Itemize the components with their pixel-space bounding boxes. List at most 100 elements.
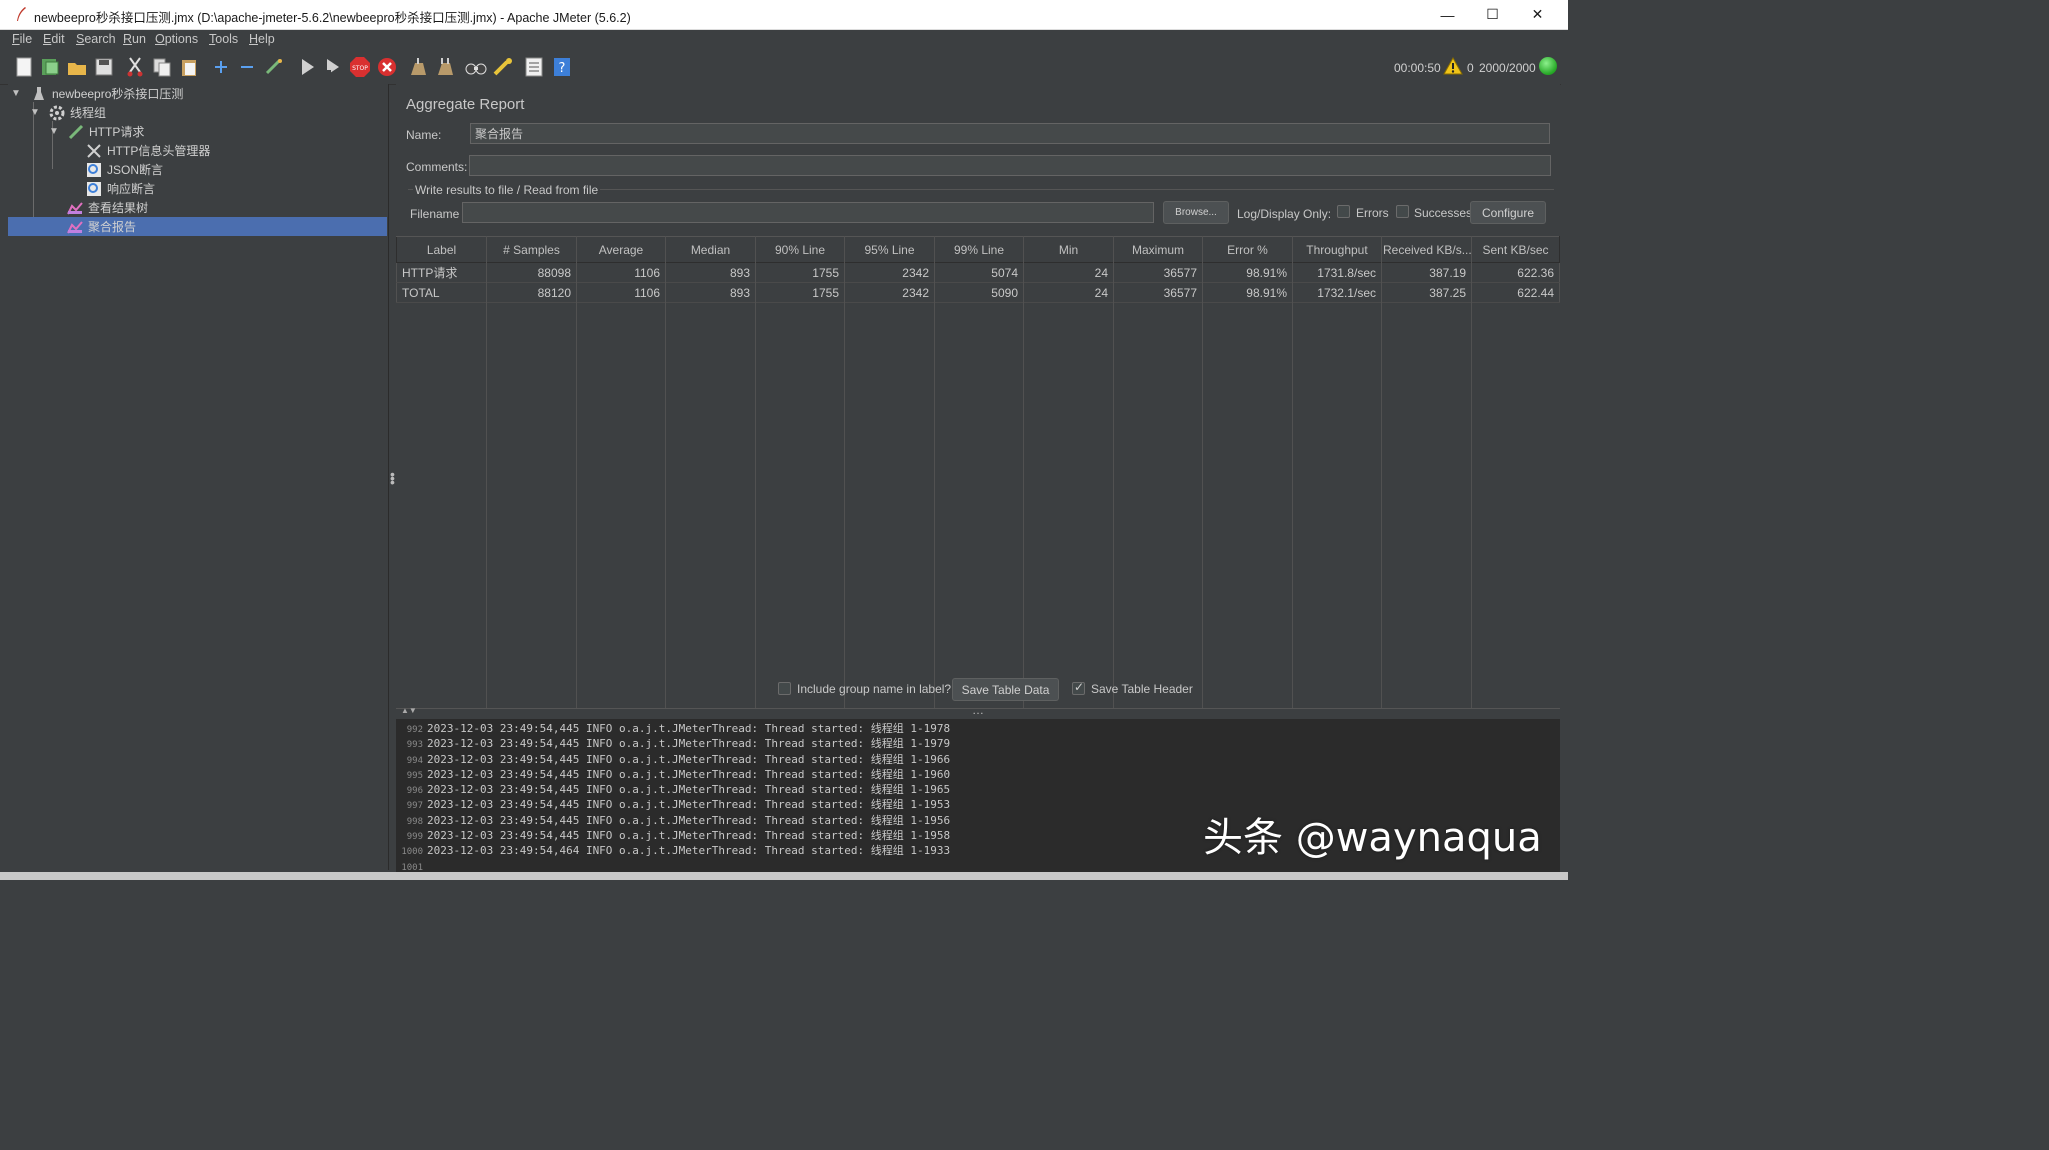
cell-throughput: 1731.8/sec xyxy=(1292,262,1382,283)
cell-min: 24 xyxy=(1023,262,1114,283)
new-icon[interactable] xyxy=(13,56,35,78)
open-icon[interactable] xyxy=(66,56,88,78)
aggregate-table[interactable]: Label # Samples Average Median 90% Line … xyxy=(396,236,1560,303)
col-label[interactable]: Label xyxy=(396,236,487,263)
col-error-pct[interactable]: Error % xyxy=(1202,236,1293,263)
minimize-button[interactable]: — xyxy=(1425,0,1470,29)
col-samples[interactable]: # Samples xyxy=(486,236,577,263)
table-row[interactable]: HTTP请求 88098 1106 893 1755 2342 5074 24 … xyxy=(396,262,1560,283)
chevron-down-icon[interactable]: ▼ xyxy=(48,126,60,137)
col-99-line[interactable]: 99% Line xyxy=(934,236,1024,263)
search-icon[interactable] xyxy=(465,56,487,78)
test-plan-icon xyxy=(30,86,48,102)
svg-text:STOP: STOP xyxy=(352,65,368,72)
cell-maximum: 36577 xyxy=(1113,262,1203,283)
col-average[interactable]: Average xyxy=(576,236,666,263)
comments-input[interactable] xyxy=(469,155,1551,176)
paste-icon[interactable] xyxy=(178,56,200,78)
errors-label: Errors xyxy=(1356,206,1389,220)
cell-received-kbs: 387.19 xyxy=(1381,262,1472,283)
log-line: 993 2023-12-03 23:49:54,445 INFO o.a.j.t.… xyxy=(406,737,951,751)
menu-search[interactable]: Search xyxy=(76,32,116,46)
function-helper-icon[interactable] xyxy=(523,56,545,78)
clear-icon[interactable] xyxy=(407,56,429,78)
menu-help[interactable]: Help xyxy=(249,32,275,46)
watermark-text: 头条 @waynaqua xyxy=(1203,815,1542,861)
log-splitter-handle[interactable]: … xyxy=(972,703,984,717)
col-95-line[interactable]: 95% Line xyxy=(844,236,935,263)
tree-node-response-assertion[interactable]: 响应断言 xyxy=(8,179,387,198)
collapse-icon[interactable] xyxy=(236,56,258,78)
warning-icon[interactable] xyxy=(1443,57,1463,75)
chevron-down-icon[interactable]: ▼ xyxy=(10,88,22,99)
start-no-pause-icon[interactable] xyxy=(322,56,344,78)
cell-median: 893 xyxy=(665,262,756,283)
successes-label: Successes xyxy=(1414,206,1473,220)
tree-node-header-manager[interactable]: HTTP信息头管理器 xyxy=(8,141,387,160)
browse-button[interactable]: Browse... xyxy=(1163,201,1229,224)
menu-edit[interactable]: Edit xyxy=(43,32,65,46)
maximize-button[interactable]: ☐ xyxy=(1470,0,1515,29)
stop-icon[interactable]: STOP xyxy=(349,56,371,78)
log-display-only-label: Log/Display Only: xyxy=(1237,207,1332,221)
menu-run[interactable]: Run xyxy=(123,32,146,46)
vertical-scrollbar[interactable] xyxy=(1561,84,1568,872)
tree-node-json-assertion[interactable]: JSON断言 xyxy=(8,160,387,179)
tree-node-thread-group[interactable]: ▼ 线程组 xyxy=(8,103,387,122)
help-icon[interactable]: ? xyxy=(551,56,573,78)
cell-90-line: 1755 xyxy=(755,262,845,283)
reset-search-icon[interactable] xyxy=(492,56,514,78)
chevron-down-icon[interactable]: ▼ xyxy=(29,107,41,118)
menu-file[interactable]: File xyxy=(12,32,32,46)
col-sent-kbs[interactable]: Sent KB/sec xyxy=(1471,236,1560,263)
col-throughput[interactable]: Throughput xyxy=(1292,236,1382,263)
configure-button[interactable]: Configure xyxy=(1470,201,1546,224)
log-resize-arrows-icon[interactable]: ▲▼ xyxy=(401,706,417,715)
table-controls: Include group name in label? Save Table … xyxy=(396,676,1560,706)
tree-node-test-plan[interactable]: ▼ newbeepro秒杀接口压测 xyxy=(8,84,387,103)
comments-label: Comments: xyxy=(406,160,468,174)
copy-icon[interactable] xyxy=(151,56,173,78)
cell-95-line: 2342 xyxy=(844,282,935,303)
cell-error-pct: 98.91% xyxy=(1202,282,1293,303)
tree-node-results-tree[interactable]: 查看结果树 xyxy=(8,198,387,217)
svg-text:?: ? xyxy=(559,61,566,76)
results-tree-icon xyxy=(66,200,84,216)
menu-tools[interactable]: Tools xyxy=(209,32,238,46)
start-icon[interactable] xyxy=(296,56,318,78)
cell-median: 893 xyxy=(665,282,756,303)
col-median[interactable]: Median xyxy=(665,236,756,263)
horizontal-scrollbar[interactable] xyxy=(0,872,1568,880)
expand-icon[interactable] xyxy=(210,56,232,78)
save-table-header-checkbox[interactable] xyxy=(1072,680,1085,695)
elapsed-time: 00:00:50 xyxy=(1394,61,1441,75)
cell-samples: 88120 xyxy=(486,282,577,303)
col-received-kbs[interactable]: Received KB/s... xyxy=(1381,236,1472,263)
include-group-checkbox[interactable] xyxy=(778,682,791,695)
cell-label: TOTAL xyxy=(396,282,487,303)
warning-count: 0 xyxy=(1467,61,1474,75)
filename-label: Filename xyxy=(410,207,460,221)
save-icon[interactable] xyxy=(93,56,115,78)
name-input[interactable] xyxy=(470,123,1550,144)
menu-options[interactable]: Options xyxy=(155,32,198,46)
errors-checkbox[interactable] xyxy=(1337,205,1350,218)
col-min[interactable]: Min xyxy=(1023,236,1114,263)
col-90-line[interactable]: 90% Line xyxy=(755,236,845,263)
cut-icon[interactable] xyxy=(124,56,146,78)
json-assertion-icon xyxy=(85,162,103,178)
templates-icon[interactable] xyxy=(39,56,61,78)
tree-node-aggregate-report[interactable]: 聚合报告 xyxy=(8,217,387,236)
close-button[interactable]: ✕ xyxy=(1515,0,1560,29)
log-line: 995 2023-12-03 23:49:54,445 INFO o.a.j.t.… xyxy=(406,767,951,781)
successes-checkbox[interactable] xyxy=(1396,205,1409,218)
table-row[interactable]: TOTAL 88120 1106 893 1755 2342 5090 24 3… xyxy=(396,282,1560,303)
toggle-icon[interactable] xyxy=(263,56,285,78)
col-maximum[interactable]: Maximum xyxy=(1113,236,1203,263)
tree-node-http-request[interactable]: ▼ HTTP请求 xyxy=(8,122,387,141)
filename-input[interactable] xyxy=(462,202,1154,223)
shutdown-icon[interactable] xyxy=(376,56,398,78)
splitter-handle[interactable]: • • • xyxy=(390,467,395,489)
clear-all-icon[interactable] xyxy=(434,56,456,78)
save-table-data-button[interactable]: Save Table Data xyxy=(952,678,1059,701)
